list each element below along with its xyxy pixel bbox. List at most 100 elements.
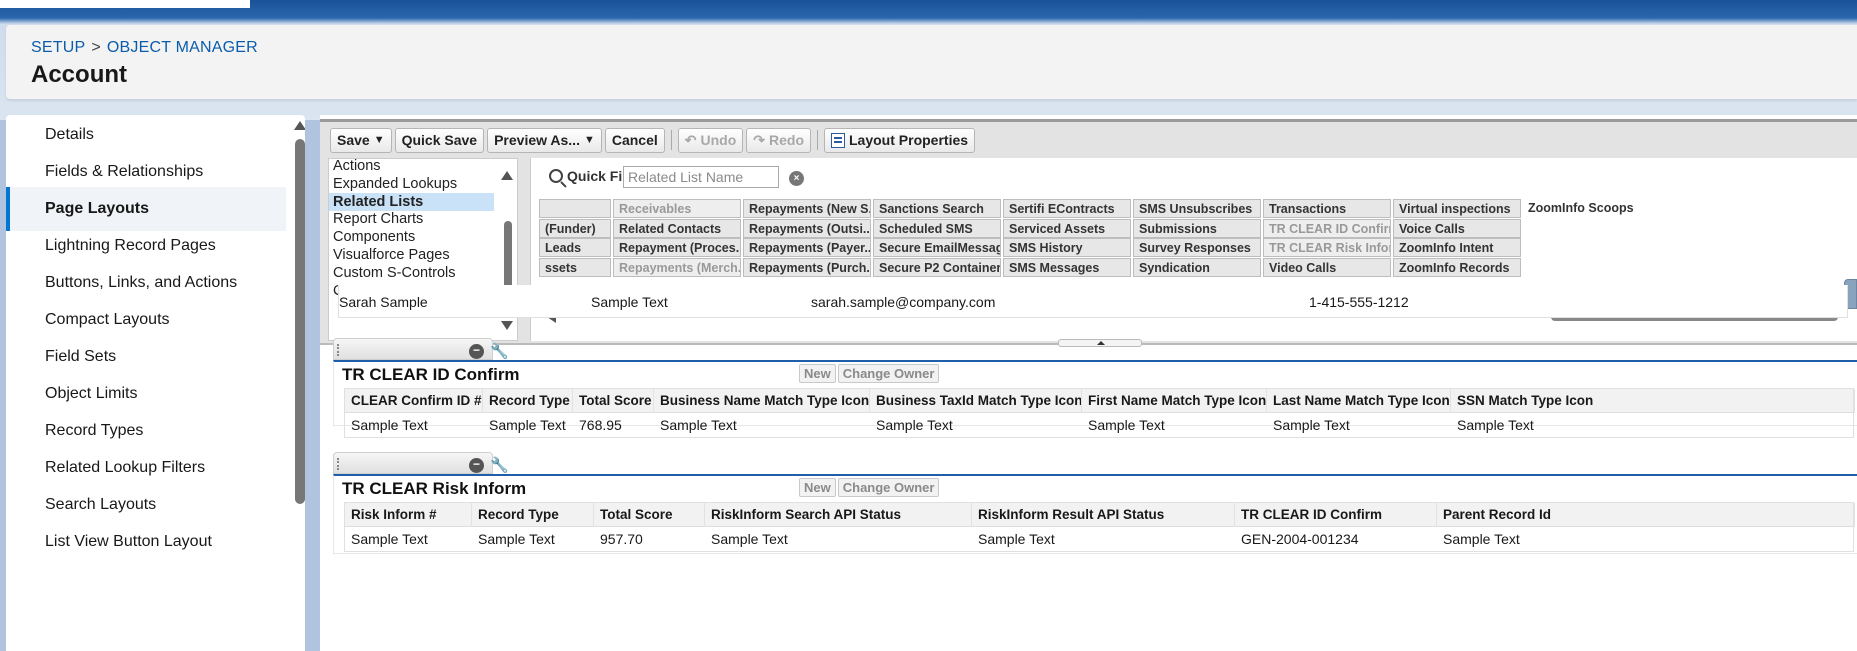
sidebar-item-list-view-button-layout[interactable]: List View Button Layout [6,520,286,564]
quick-find-input[interactable] [623,166,779,188]
related-list-body: TR CLEAR ID Confirm New Change Owner CLE… [333,360,1857,438]
related-list-buttons: New Change Owner [799,364,940,383]
quick-save-button[interactable]: Quick Save [394,127,485,153]
palette-related-list-virtual-inspections[interactable]: Virtual inspections [1393,199,1521,218]
palette-related-list-secure-p2-containers[interactable]: Secure P2 Containers [873,258,1001,277]
breadcrumb-setup-link[interactable]: SETUP [31,39,85,56]
wrench-icon[interactable]: 🔧 [490,456,509,474]
table-cell: Sample Text [711,531,788,547]
toolbar-divider [670,130,672,150]
undo-button[interactable]: ↶ Undo [677,127,744,153]
palette-related-list-zoominfo-records[interactable]: ZoomInfo Records [1393,258,1521,277]
editor-toolbar: Save ▼ Quick Save Preview As... ▼ Cancel… [330,127,976,153]
palette-related-list-sms-messages[interactable]: SMS Messages [1003,258,1131,277]
palette-related-list-scheduled-sms[interactable]: Scheduled SMS [873,219,1001,238]
palette-related-list-repayments-payer[interactable]: Repayments (Payer... [743,238,871,257]
related-list-table: Risk Inform # Record Type Total Score RiskI… [344,502,1855,552]
change-owner-button[interactable]: Change Owner [837,364,940,383]
palette-related-list-ssets[interactable]: ssets [539,258,611,277]
redo-icon: ↷ [753,131,765,148]
column-header-last-name-match-type-icon: Last Name Match Type Icon [1267,389,1451,413]
sidebar-scroll-thumb[interactable] [295,139,305,504]
column-header-total-score: Total Score [573,389,654,413]
related-list-tr-clear-id-confirm[interactable]: − 🔧 TR CLEAR ID Confirm New Change Owner… [333,338,1857,438]
scroll-up-icon[interactable] [294,121,305,130]
table-cell: Sample Text [351,531,428,547]
related-list-tr-clear-risk-inform[interactable]: − 🔧 TR CLEAR Risk Inform New Change Owne… [333,452,1857,554]
palette-related-list-secure-emailmessages[interactable]: Secure EmailMessages [873,238,1001,257]
scroll-up-icon[interactable] [501,171,513,180]
column-header-first-name-match-type-icon: First Name Match Type Icon [1082,389,1267,413]
palette-related-list-repayments-outsi[interactable]: Repayments (Outsi... [743,219,871,238]
palette-related-list-sertifi-econtracts[interactable]: Sertifi EContracts [1003,199,1131,218]
palette-category-custom-s-controls[interactable]: Custom S-Controls [329,264,494,282]
new-button[interactable]: New [799,478,836,497]
clear-icon[interactable]: × [789,171,804,186]
search-icon [549,169,563,183]
column-header-parent-record-id: Parent Record Id [1437,503,1855,527]
remove-icon[interactable]: − [469,344,484,359]
table-row: Sample Text Sample Text 768.95 Sample Text S… [345,413,1853,437]
table-header-row: CLEAR Confirm ID # Record Type Total Score… [345,389,1855,413]
palette-related-list-related-contacts[interactable]: Related Contacts [613,219,741,238]
palette-related-list-repayments-merch[interactable]: Repayments (Merch... [613,258,741,277]
table-cell: Sample Text [1273,417,1350,433]
breadcrumb-object-manager-link[interactable]: OBJECT MANAGER [107,39,258,56]
palette-related-list-submissions[interactable]: Submissions [1133,219,1261,238]
wrench-icon[interactable]: 🔧 [490,342,509,360]
layout-properties-button[interactable]: Layout Properties [824,127,976,153]
palette-related-list-zoominfo-scoops[interactable]: ZoomInfo Scoops [1523,199,1651,218]
related-list-drag-tab[interactable]: − 🔧 [333,338,509,360]
column-header-record-type: Record Type [472,503,594,527]
cancel-button[interactable]: Cancel [604,127,665,153]
palette-related-list-syndication[interactable]: Syndication [1133,258,1261,277]
drag-handle-icon[interactable] [337,344,339,356]
new-button[interactable]: New [799,364,836,383]
redo-button[interactable]: ↷ Redo [746,127,811,153]
related-list-drag-tab[interactable]: − 🔧 [333,452,509,474]
palette-related-list-video-calls[interactable]: Video Calls [1263,258,1391,277]
palette-related-list-sanctions-search[interactable]: Sanctions Search [873,199,1001,218]
palette-related-list-receivables[interactable]: Receivables [613,199,741,218]
palette-category-report-charts[interactable]: Report Charts [329,210,494,228]
drag-handle-icon[interactable] [337,458,339,470]
object-header: SETUP > OBJECT MANAGER Account [6,25,1857,99]
palette-related-list-sms-unsubscribes[interactable]: SMS Unsubscribes [1133,199,1261,218]
table-cell: Sample Text [351,417,428,433]
layout-properties-label: Layout Properties [849,132,969,148]
save-button[interactable]: Save ▼ [330,127,392,153]
palette-category-visualforce-pages[interactable]: Visualforce Pages [329,246,494,264]
palette-related-list-leads[interactable]: Leads [539,238,611,257]
palette-related-list-serviced-assets[interactable]: Serviced Assets [1003,219,1131,238]
preview-as-button[interactable]: Preview As... ▼ [487,127,602,153]
palette-related-list-survey-responses[interactable]: Survey Responses [1133,238,1261,257]
palette-category-expanded-lookups[interactable]: Expanded Lookups [329,175,494,193]
related-list-table: CLEAR Confirm ID # Record Type Total Score… [344,388,1855,438]
palette-related-list-blank[interactable] [539,199,611,218]
palette-related-list-repayments-new-s[interactable]: Repayments (New S... [743,199,871,218]
tab-strip-remnant [0,0,250,8]
caret-down-icon[interactable]: ▼ [374,134,385,146]
palette-category-actions[interactable]: Actions [329,159,494,175]
palette-related-list-repayment-proces[interactable]: Repayment (Proces... [613,238,741,257]
table-cell: Sample Text [978,531,1055,547]
palette-category-components[interactable]: Components [329,228,494,246]
remove-icon[interactable]: − [469,458,484,473]
column-header-riskinform-search-api-status: RiskInform Search API Status [705,503,972,527]
related-list-buttons: New Change Owner [799,478,940,497]
scroll-down-icon[interactable] [501,321,513,330]
palette-related-list-sms-history[interactable]: SMS History [1003,238,1131,257]
palette-related-list-transactions[interactable]: Transactions [1263,199,1391,218]
palette-related-list-zoominfo-intent[interactable]: ZoomInfo Intent [1393,238,1521,257]
palette-related-list-funder[interactable]: (Funder) [539,219,611,238]
palette-related-list-voice-calls[interactable]: Voice Calls [1393,219,1521,238]
palette-related-list-tr-clear-id-confirm[interactable]: TR CLEAR ID Confirm [1263,219,1391,238]
save-button-label: Save [337,132,370,148]
column-header-ssn-match-type-icon: SSN Match Type Icon [1451,389,1855,413]
palette-related-list-repayments-purch[interactable]: Repayments (Purch... [743,258,871,277]
change-owner-button[interactable]: Change Owner [837,478,940,497]
related-list-body: TR CLEAR Risk Inform New Change Owner Ri… [333,474,1857,554]
column-header-clear-confirm-id: CLEAR Confirm ID # [345,389,483,413]
palette-category-related-lists[interactable]: Related Lists [329,192,494,211]
palette-related-list-tr-clear-risk-inform[interactable]: TR CLEAR Risk Inform [1263,238,1391,257]
